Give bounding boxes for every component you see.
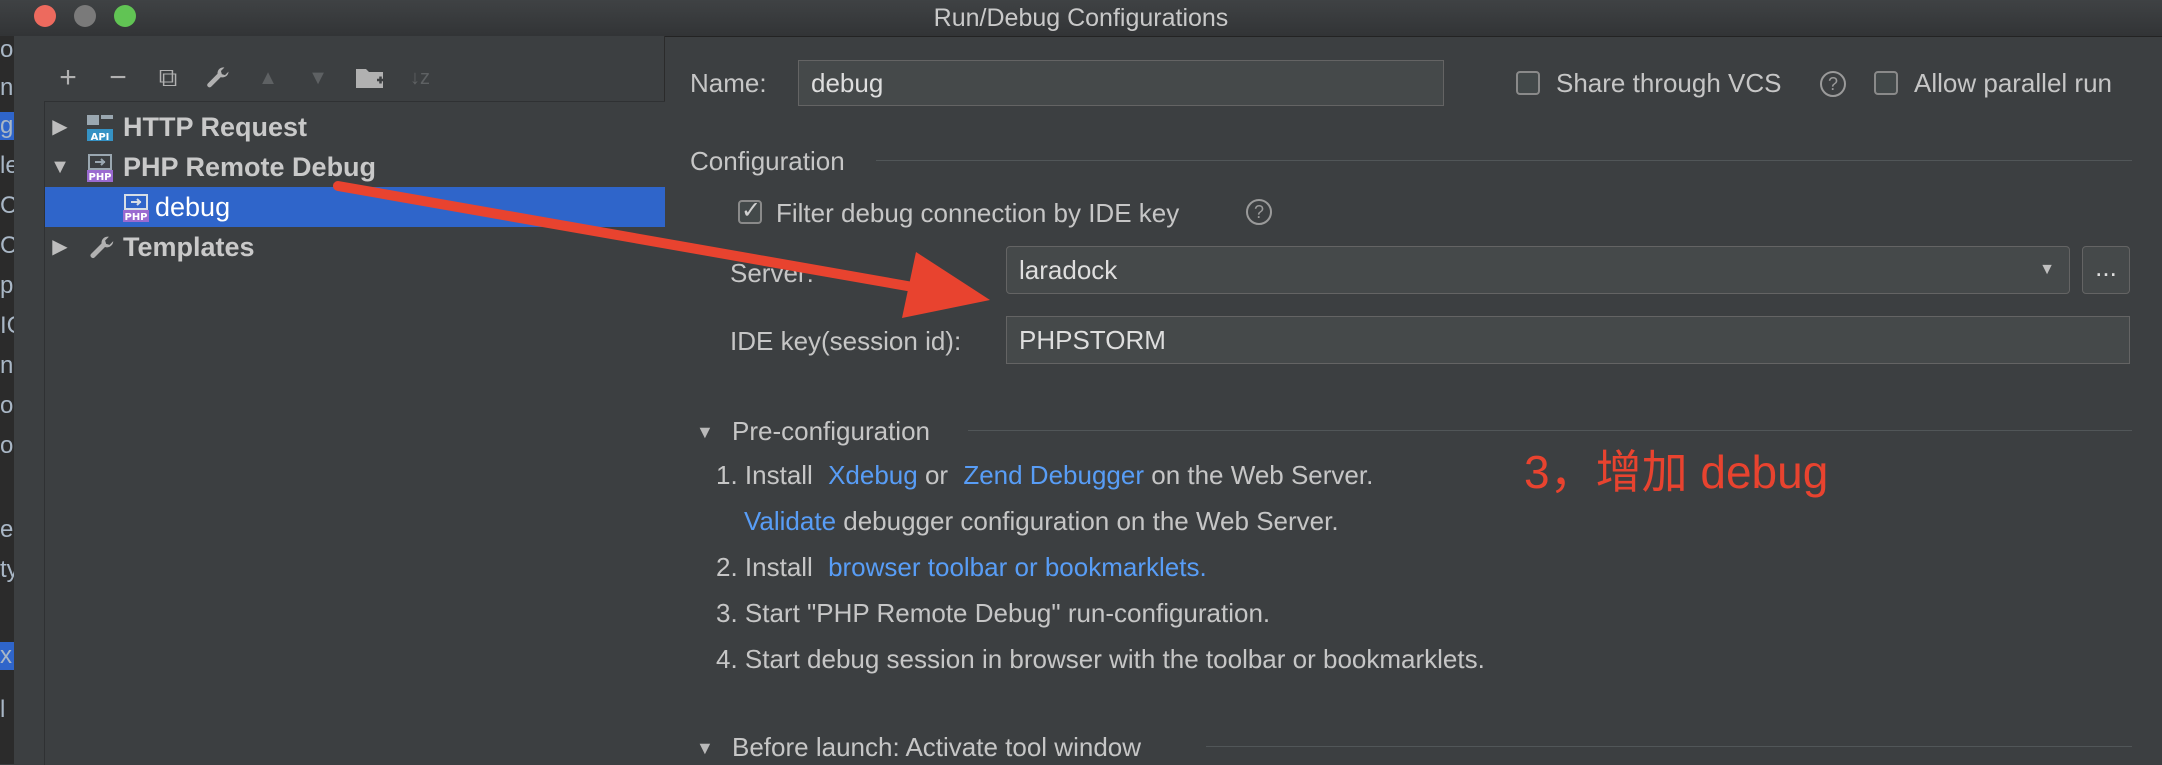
annotation-arrow xyxy=(333,181,990,318)
annotation-note: 3，增加 debug xyxy=(1524,446,1829,498)
